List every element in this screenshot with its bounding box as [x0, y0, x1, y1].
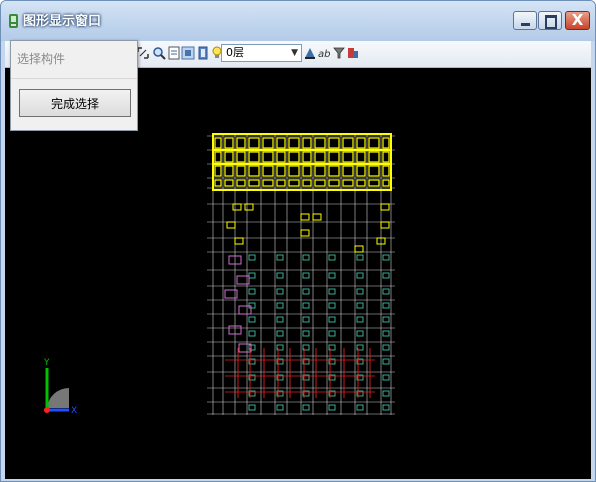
- chevron-down-icon[interactable]: ▼: [291, 46, 298, 60]
- filter-icon[interactable]: [332, 46, 346, 60]
- title-bar[interactable]: 图形显示窗口 X: [1, 1, 595, 41]
- layer-icon[interactable]: [181, 46, 195, 60]
- select-component-panel: 选择构件 完成选择: [10, 40, 138, 131]
- maximize-button[interactable]: [538, 11, 562, 30]
- panel-divider: [11, 78, 137, 79]
- layer-select-value: 0层: [226, 46, 244, 59]
- zoom-window-icon[interactable]: [136, 46, 150, 60]
- window-title: 图形显示窗口: [23, 14, 102, 29]
- page-icon[interactable]: [167, 46, 181, 60]
- structural-plan-drawing[interactable]: [205, 130, 397, 420]
- text-style-icon[interactable]: ab: [317, 46, 331, 60]
- minimize-button[interactable]: [513, 11, 537, 30]
- close-button[interactable]: X: [565, 11, 590, 30]
- layer-manager-icon[interactable]: [303, 46, 317, 60]
- axis-x-label: X: [71, 406, 77, 416]
- maximize-icon: [545, 15, 557, 29]
- layer-select[interactable]: 0层 ▼: [221, 44, 302, 62]
- axis-y-label: Y: [43, 358, 50, 368]
- panel-title: 选择构件: [17, 52, 66, 66]
- zoom-icon[interactable]: [152, 46, 166, 60]
- graphics-window: 图形显示窗口 X 0层 ▼ ab Y X 选择构件 完成选择: [0, 0, 596, 482]
- minimize-icon: [521, 23, 530, 26]
- finish-selection-button[interactable]: 完成选择: [19, 89, 131, 117]
- app-icon: [9, 14, 18, 28]
- color-icon[interactable]: [346, 46, 360, 60]
- svg-text:ab: ab: [318, 49, 330, 60]
- coordinate-axis-icon: Y X: [43, 358, 77, 416]
- book-icon[interactable]: [196, 46, 210, 60]
- close-icon: X: [571, 11, 584, 29]
